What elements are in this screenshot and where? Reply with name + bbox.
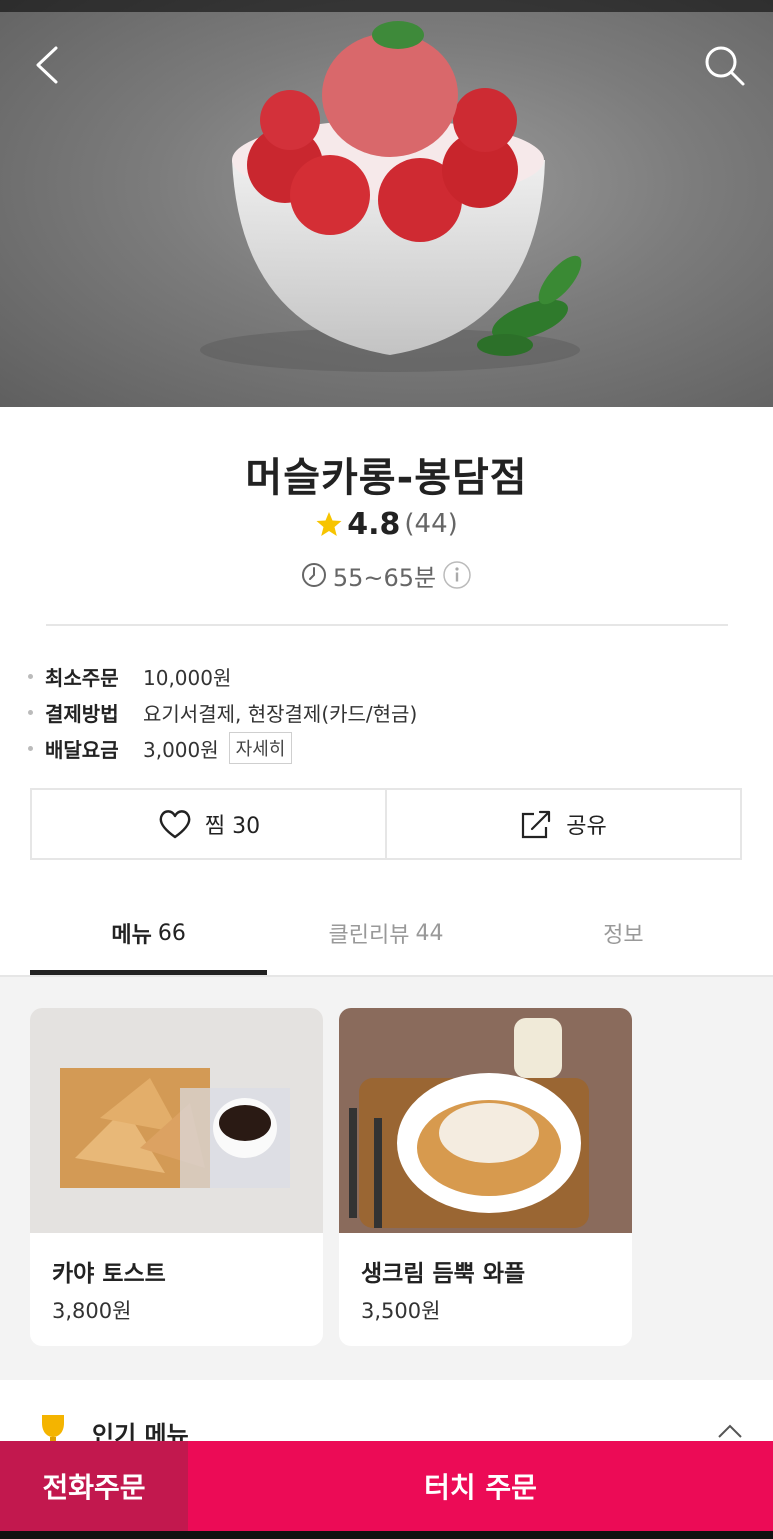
tab-menu-label: 메뉴 (111, 923, 152, 948)
back-button[interactable] (24, 40, 74, 90)
store-info-list: 최소주문 10,000원 결제방법 요기서결제, 현장결제(카드/현금) 배달요… (28, 658, 728, 766)
heart-icon (159, 810, 191, 839)
tab-info-label: 정보 (603, 923, 644, 948)
status-bar (0, 0, 773, 12)
menu-name: 생크림 듬뿍 와플 (361, 1261, 526, 1287)
order-bar: 전화주문 터치 주문 (0, 1441, 773, 1531)
payment-row: 결제방법 요기서결제, 현장결제(카드/현금) (28, 694, 728, 730)
tab-bar: 메뉴 66 클린리뷰 44 정보 (30, 890, 742, 976)
min-order-row: 최소주문 10,000원 (28, 658, 728, 694)
share-label: 공유 (566, 814, 607, 839)
menu-image (339, 1008, 632, 1233)
hero-image (0, 0, 773, 407)
min-order-label: 최소주문 (45, 665, 119, 690)
tab-menu-count: 66 (157, 920, 186, 946)
action-bar: 찜 30 공유 (30, 788, 742, 860)
review-count: (44) (404, 509, 458, 539)
tab-review-label: 클린리뷰 (328, 923, 410, 948)
like-button[interactable]: 찜 30 (32, 790, 385, 858)
star-icon (316, 512, 342, 536)
bullet (28, 673, 33, 679)
like-label: 찜 30 (204, 814, 261, 839)
store-name: 머슬카롱-봉담점 (245, 455, 528, 501)
search-button[interactable] (699, 40, 749, 90)
menu-image (30, 1008, 323, 1233)
back-arrow-icon (36, 46, 58, 84)
payment-label: 결제방법 (45, 701, 119, 726)
fee-detail-button[interactable]: 자세히 (228, 732, 293, 764)
share-button[interactable]: 공유 (385, 790, 740, 858)
chevron-up-icon[interactable] (717, 1423, 743, 1439)
tab-info[interactable]: 정보 (505, 890, 742, 976)
call-order-button[interactable]: 전화주문 (0, 1441, 188, 1531)
touch-order-button[interactable]: 터치 주문 (188, 1441, 773, 1531)
search-icon (705, 46, 745, 86)
min-order-value: 10,000원 (143, 665, 232, 690)
tab-menu[interactable]: 메뉴 66 (30, 890, 268, 976)
divider (46, 624, 728, 626)
delivery-time-row: 55~65분 (0, 558, 773, 592)
delivery-fee-value: 3,000원 (143, 737, 219, 762)
info-icon[interactable] (442, 560, 472, 590)
delivery-fee-label: 배달요금 (45, 737, 119, 762)
share-icon (522, 810, 551, 839)
delivery-time: 55~65분 (332, 563, 437, 592)
navigation-bar-edge (0, 1531, 773, 1539)
menu-card[interactable]: 생크림 듬뿍 와플 3,500원 (339, 1008, 632, 1346)
delivery-fee-row: 배달요금 3,000원 자세히 (28, 730, 728, 766)
tab-review-count: 44 (415, 920, 444, 946)
bingsu-photo (200, 21, 582, 372)
menu-carousel: 카야 토스트 3,800원 생크림 듬뿍 와플 3,500원 (0, 977, 773, 1380)
bullet (28, 709, 33, 715)
menu-name: 카야 토스트 (52, 1261, 166, 1287)
menu-price: 3,500원 (361, 1299, 441, 1323)
popular-menu-section[interactable]: 인기 메뉴 (0, 1381, 773, 1449)
rating-row[interactable]: 4.8 (44) (0, 504, 773, 544)
tab-clean-review[interactable]: 클린리뷰 44 (267, 890, 504, 976)
payment-value: 요기서결제, 현장결제(카드/현금) (143, 701, 418, 726)
bullet (28, 745, 33, 751)
rating-value: 4.8 (347, 506, 401, 542)
menu-card[interactable]: 카야 토스트 3,800원 (30, 1008, 323, 1346)
menu-price: 3,800원 (52, 1299, 132, 1323)
clock-icon (301, 563, 326, 587)
